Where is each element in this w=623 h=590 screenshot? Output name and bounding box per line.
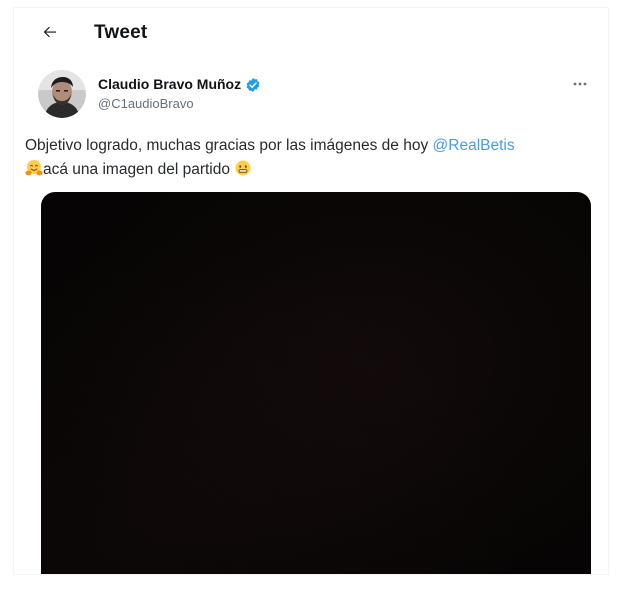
tweet-text-line-1: Objetivo logrado, muchas gracias por las… (25, 134, 600, 158)
tweet-text-part: Objetivo logrado, muchas gracias por las… (25, 137, 433, 154)
media-content (41, 192, 591, 574)
author-handle[interactable]: @C1audioBravo (98, 95, 194, 112)
tweet-media-image[interactable] (41, 192, 591, 574)
tweet-text: Objetivo logrado, muchas gracias por las… (25, 134, 600, 182)
avatar[interactable] (38, 70, 86, 118)
hugging-face-emoji-icon (25, 160, 43, 176)
mention-link[interactable]: @RealBetis (433, 137, 515, 154)
back-button[interactable] (38, 20, 62, 44)
tweet-text-part: acá una imagen del partido (43, 161, 235, 178)
page-title: Tweet (94, 22, 148, 43)
more-options-button[interactable] (568, 76, 592, 92)
more-horizontal-icon (573, 82, 587, 86)
author-display-name: Claudio Bravo Muñoz (98, 76, 242, 92)
avatar-image (38, 70, 86, 118)
verified-badge-icon (245, 77, 261, 93)
tweet-page: Tweet Claudio Bravo Muñoz @C1audioBravo … (14, 8, 608, 574)
arrow-left-icon (43, 26, 56, 38)
grimacing-smile-emoji-icon (235, 160, 251, 176)
page-header: Tweet (14, 8, 608, 56)
tweet-text-line-2: acá una imagen del partido (25, 158, 600, 182)
author-name-row[interactable]: Claudio Bravo Muñoz (98, 76, 261, 93)
tweet-author: Claudio Bravo Muñoz @C1audioBravo (38, 70, 598, 120)
